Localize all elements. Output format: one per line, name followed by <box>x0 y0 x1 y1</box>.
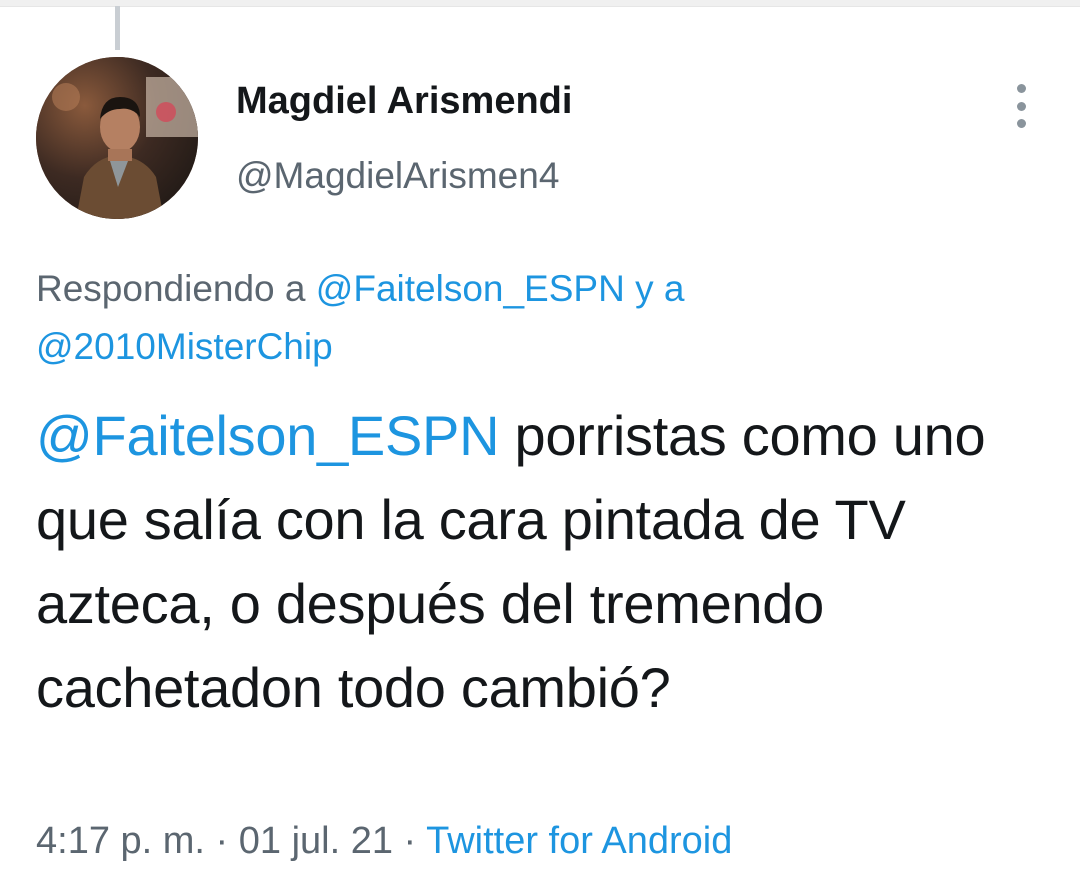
replying-to-line: Respondiendo a @Faitelson_ESPN y a @2010M… <box>36 260 1036 376</box>
more-dot <box>1016 84 1026 93</box>
display-name[interactable]: Magdiel Arismendi <box>236 80 572 123</box>
user-handle[interactable]: @MagdielArismen4 <box>236 155 559 197</box>
replying-prefix: Respondiendo a <box>36 268 316 309</box>
meta-separator: · <box>393 820 427 862</box>
tweet-text: @Faitelson_ESPN porristas como uno que s… <box>36 394 1036 730</box>
tweet-meta: 4:17 p. m. · 01 jul. 21 · Twitter for An… <box>36 820 732 863</box>
tweet-source[interactable]: Twitter for Android <box>426 820 732 862</box>
avatar[interactable] <box>36 57 198 219</box>
avatar-photo <box>36 57 198 219</box>
replying-joiner: y a <box>624 268 685 309</box>
thread-connector-line <box>115 6 120 50</box>
more-dot <box>1016 101 1026 111</box>
reply-mention-misterchip[interactable]: @2010MisterChip <box>36 326 333 367</box>
body-mention[interactable]: @Faitelson_ESPN <box>36 404 500 467</box>
more-dot <box>1016 119 1026 128</box>
meta-separator: · <box>204 820 239 862</box>
top-divider <box>0 0 1080 7</box>
tweet-date[interactable]: 01 jul. 21 <box>239 820 393 862</box>
more-vertical-icon[interactable] <box>1006 84 1036 128</box>
reply-mention-faitelson[interactable]: @Faitelson_ESPN <box>316 268 625 309</box>
tweet-time[interactable]: 4:17 p. m. <box>36 820 205 862</box>
